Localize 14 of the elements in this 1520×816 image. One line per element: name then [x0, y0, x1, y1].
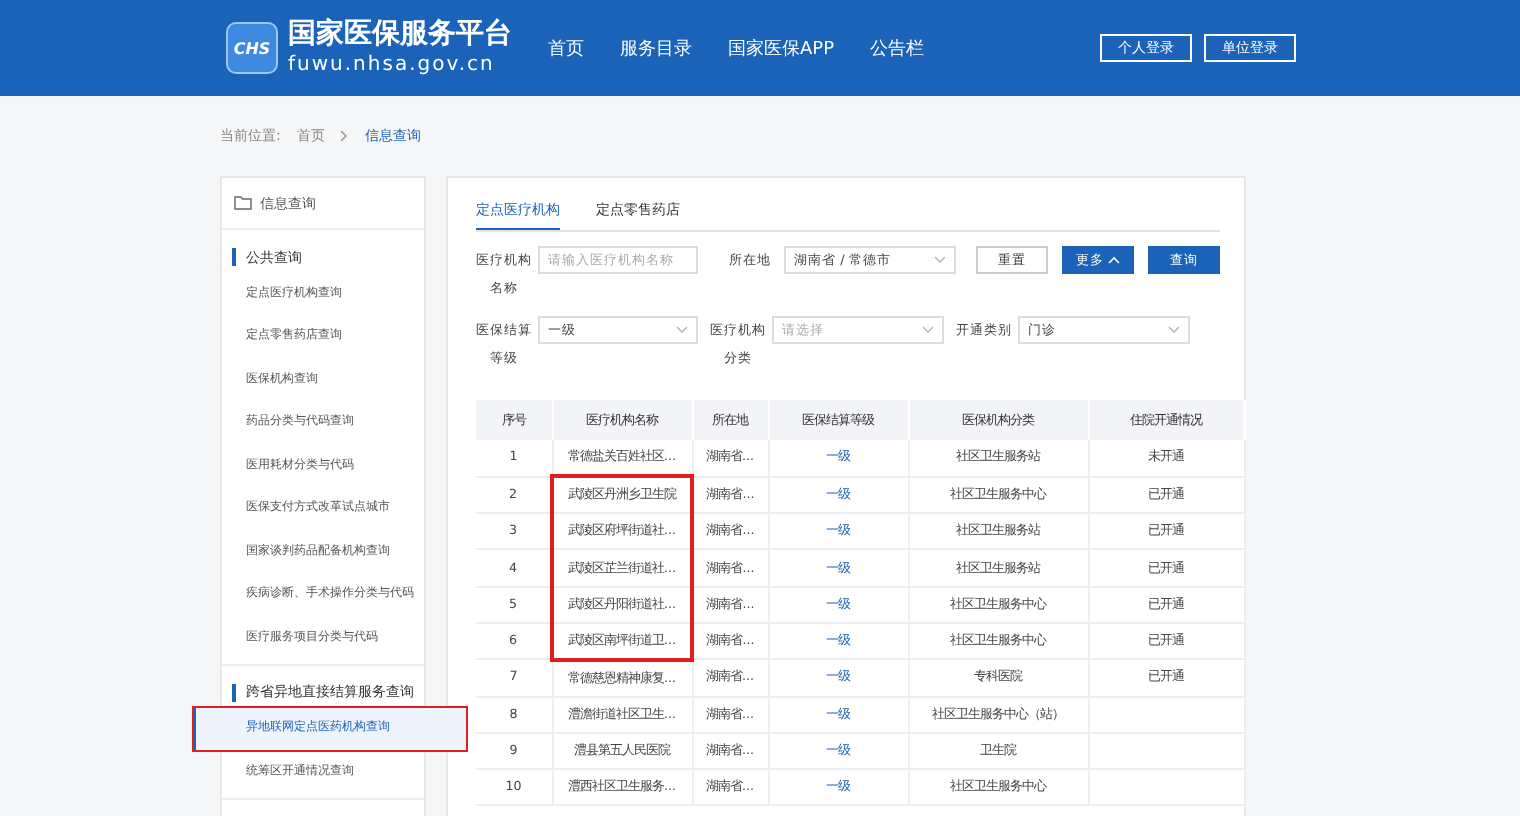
nav-link[interactable]: 首页: [548, 35, 584, 61]
logo-icon: CHS: [226, 22, 278, 74]
nav-link[interactable]: 公告栏: [870, 35, 925, 61]
caret-icon: [934, 256, 946, 264]
folder-icon: [234, 196, 252, 210]
caret-icon: [1108, 256, 1120, 264]
nav-link[interactable]: 国家医保APP: [728, 35, 835, 61]
site-name: 国家医保服务平台: [288, 18, 512, 52]
nav-link[interactable]: 服务目录: [620, 35, 692, 61]
caret-icon: [676, 326, 688, 334]
chevron-icon: [340, 130, 349, 142]
site-url: fuwu.nhsa.gov.cn: [288, 52, 497, 78]
caret-icon: [922, 326, 934, 334]
caret-icon: [1168, 326, 1180, 334]
